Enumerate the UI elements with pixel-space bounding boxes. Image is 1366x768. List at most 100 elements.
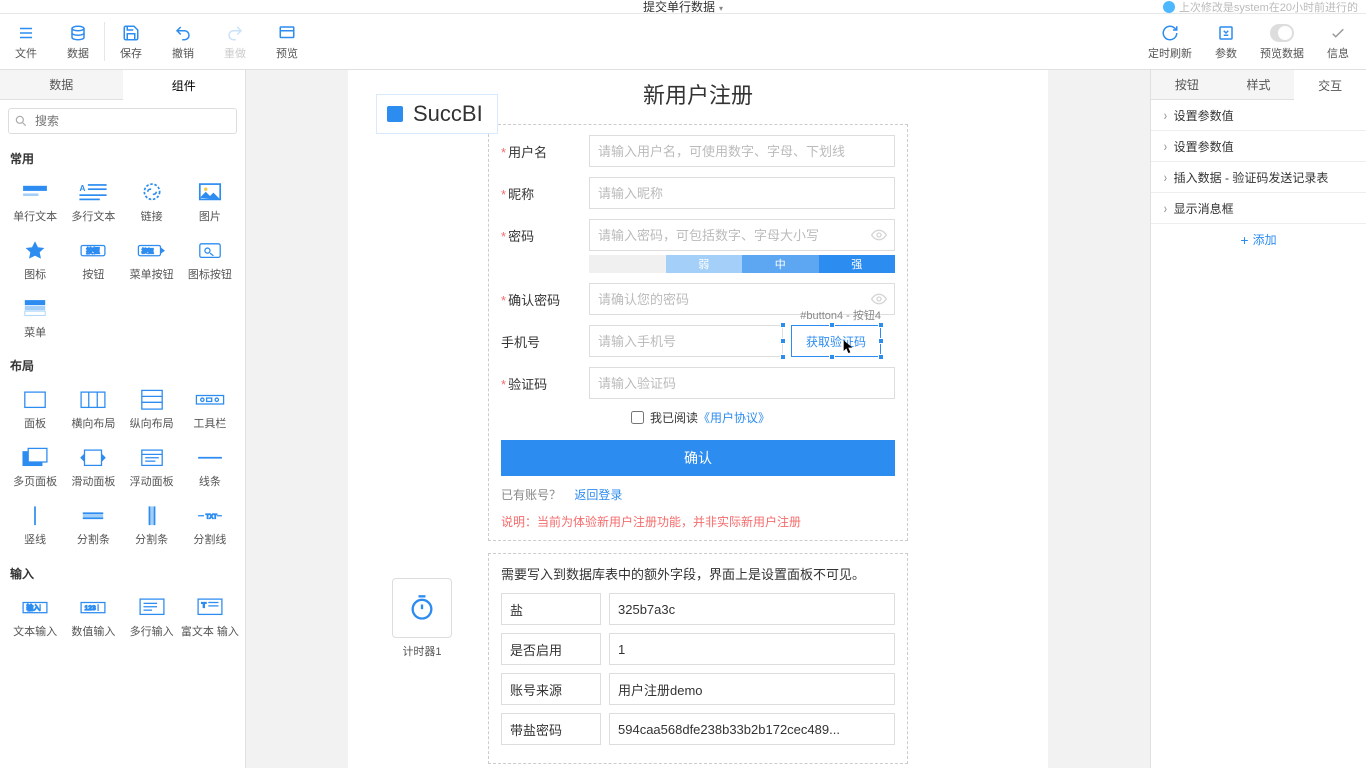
component-text-input[interactable]: 输入文本输入 (6, 586, 64, 644)
svg-text:TXT: TXT (206, 514, 218, 520)
save-button[interactable]: 保存 (105, 14, 157, 69)
timer-label: 计时器1 (393, 643, 451, 659)
component-vline[interactable]: 竖线 (6, 494, 64, 552)
component-float-panel[interactable]: 浮动面板 (123, 436, 181, 494)
float-panel-icon (135, 442, 169, 472)
brand-chip[interactable]: SuccBI (376, 94, 498, 134)
tab-button-props[interactable]: 按钮 (1151, 70, 1223, 100)
component-multi-panel[interactable]: 多页面板 (6, 436, 64, 494)
data-button[interactable]: 数据 (52, 14, 104, 69)
component-single-text[interactable]: 单行文本 (6, 171, 64, 229)
svg-text:T: T (201, 600, 206, 609)
selection-label: #button4 - 按钮4 (800, 307, 881, 323)
component-split-line[interactable]: TXT 分割线 (181, 494, 239, 552)
extra-title: 需要写入到数据库表中的额外字段，界面上是设置面板不可见。 (501, 564, 895, 583)
component-label: 分割条 (135, 534, 168, 546)
interaction-item[interactable]: 设置参数值 (1151, 100, 1366, 131)
component-menu[interactable]: 菜单 (6, 287, 64, 345)
component-label: 分割线 (193, 534, 226, 546)
component-panel[interactable]: 面板 (6, 378, 64, 436)
interaction-item[interactable]: 显示消息框 (1151, 193, 1366, 224)
component-vlayout[interactable]: 纵向布局 (123, 378, 181, 436)
redo-button: 重做 (209, 14, 261, 69)
preview-button[interactable]: 预览 (261, 14, 313, 69)
component-link[interactable]: 链接 (123, 171, 181, 229)
header-title[interactable]: 提交单行数据 (643, 0, 723, 15)
interaction-item[interactable]: 设置参数值 (1151, 131, 1366, 162)
interaction-item[interactable]: 插入数据 - 验证码发送记录表 (1151, 162, 1366, 193)
slide-panel-icon (76, 442, 110, 472)
component-label: 按钮 (82, 269, 104, 281)
nickname-input[interactable] (589, 177, 895, 209)
timed-refresh-button[interactable]: 定时刷新 (1142, 14, 1198, 69)
extra-value: 用户注册demo (609, 673, 895, 705)
canvas[interactable]: SuccBI 新用户注册 *用户名 *昵称 *密码 弱中强 *确认密码 手机号 … (246, 70, 1150, 768)
username-input[interactable] (589, 135, 895, 167)
agreement-link[interactable]: 《用户协议》 (698, 409, 770, 426)
split-bar-icon (76, 500, 110, 530)
extra-row: 账号来源用户注册demo (501, 673, 895, 705)
extra-label: 盐 (501, 593, 601, 625)
component-label: 横向布局 (71, 418, 115, 430)
component-menu-button[interactable]: 按钮菜单按钮 (123, 229, 181, 287)
eye-icon[interactable] (871, 291, 887, 307)
component-icon[interactable]: 图标 (6, 229, 64, 287)
component-num-input[interactable]: 123数值输入 (64, 586, 122, 644)
component-split-bar2[interactable]: 分割条 (123, 494, 181, 552)
toggle-switch[interactable] (1270, 24, 1294, 42)
group-title: 布局 (0, 349, 245, 378)
tab-style[interactable]: 样式 (1223, 70, 1295, 100)
undo-button[interactable]: 撤销 (157, 14, 209, 69)
search-icon (14, 114, 28, 128)
extra-value: 594caa568dfe238b33b2b172cec489... (609, 713, 895, 745)
panel-icon (18, 384, 52, 414)
component-label: 分割条 (77, 534, 110, 546)
code-input[interactable] (589, 367, 895, 399)
num-input-icon: 123 (76, 592, 110, 622)
component-multi-text[interactable]: A多行文本 (64, 171, 122, 229)
extra-row: 是否启用1 (501, 633, 895, 665)
add-action-button[interactable]: 添加 (1151, 224, 1366, 255)
tab-data[interactable]: 数据 (0, 70, 123, 100)
get-code-button[interactable]: 获取验证码 (791, 325, 881, 357)
right-panel: 按钮 样式 交互 设置参数值设置参数值插入数据 - 验证码发送记录表显示消息框 … (1150, 70, 1366, 768)
extra-label: 是否启用 (501, 633, 601, 665)
component-label: 单行文本 (13, 211, 57, 223)
component-rich-input[interactable]: T富文本 输入 (181, 586, 239, 644)
multi-input-icon (135, 592, 169, 622)
file-button[interactable]: 文件 (0, 14, 52, 69)
component-label: 多页面板 (13, 476, 57, 488)
component-line[interactable]: 线条 (181, 436, 239, 494)
group-title: 常用 (0, 142, 245, 171)
component-label: 竖线 (24, 534, 46, 546)
component-label: 文本输入 (13, 626, 57, 638)
extra-value: 325b7a3c (609, 593, 895, 625)
params-button[interactable]: 参数 (1198, 14, 1254, 69)
timer-widget[interactable]: 计时器1 (392, 578, 452, 638)
agree-checkbox[interactable] (631, 411, 644, 424)
tab-interaction[interactable]: 交互 (1294, 70, 1366, 100)
phone-input[interactable] (589, 325, 783, 357)
confirm-button[interactable]: 确认 (501, 440, 895, 476)
preview-data-button[interactable]: 预览数据 (1254, 14, 1310, 69)
component-multi-input[interactable]: 多行输入 (123, 586, 181, 644)
component-label: 工具栏 (193, 418, 226, 430)
component-hlayout[interactable]: 横向布局 (64, 378, 122, 436)
component-label: 浮动面板 (130, 476, 174, 488)
component-slide-panel[interactable]: 滑动面板 (64, 436, 122, 494)
back-login-link[interactable]: 返回登录 (574, 488, 622, 502)
component-label: 图标按钮 (188, 269, 232, 281)
eye-icon[interactable] (871, 227, 887, 243)
component-button[interactable]: 按钮按钮 (64, 229, 122, 287)
svg-text:A: A (80, 183, 86, 193)
component-image[interactable]: 图片 (181, 171, 239, 229)
search-input[interactable] (8, 108, 237, 134)
password-input[interactable] (589, 219, 895, 251)
tab-components[interactable]: 组件 (123, 70, 246, 100)
component-split-bar[interactable]: 分割条 (64, 494, 122, 552)
split-line-icon: TXT (193, 500, 227, 530)
component-icon-button[interactable]: 图标按钮 (181, 229, 239, 287)
left-panel: 数据 组件 常用单行文本 A多行文本链接图片图标按钮按钮按钮菜单按钮图标按钮菜单布… (0, 70, 246, 768)
info-button[interactable]: 信息 (1310, 14, 1366, 69)
component-toolbar-c[interactable]: 工具栏 (181, 378, 239, 436)
